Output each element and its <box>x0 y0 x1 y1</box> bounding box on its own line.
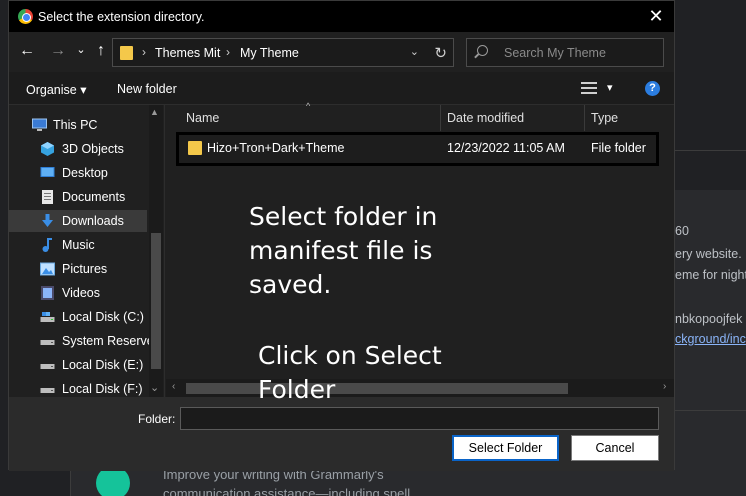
scroll-right-icon[interactable]: › <box>663 381 666 392</box>
bg-text: nbkopoojfek <box>675 312 743 326</box>
column-divider[interactable] <box>440 105 441 131</box>
file-name: Hizo+Tron+Dark+Theme <box>207 141 345 155</box>
videos-icon <box>41 286 54 300</box>
desktop-icon <box>40 167 55 177</box>
folder-input[interactable] <box>180 407 659 430</box>
annotation-text: Select folder in <box>249 202 438 231</box>
scroll-down-icon[interactable]: ⌄ <box>150 381 159 394</box>
column-header-date[interactable]: Date modified <box>447 111 524 125</box>
bg-text: 60 <box>675 224 689 238</box>
up-arrow-icon[interactable]: ↑ <box>91 41 111 61</box>
sidebar-item-label: Local Disk (F:) <box>62 382 143 396</box>
sidebar-scrollbar[interactable]: ▲ ⌄ <box>149 105 163 397</box>
annotation-text: Folder <box>258 375 336 404</box>
view-dropdown-icon[interactable]: ▾ <box>607 81 613 94</box>
music-icon <box>42 238 52 252</box>
breadcrumb-my-theme[interactable]: My Theme <box>240 46 299 60</box>
new-folder-button[interactable]: New folder <box>117 82 177 96</box>
search-icon <box>477 45 488 56</box>
sidebar-item-music[interactable]: Music <box>9 234 147 256</box>
column-divider[interactable] <box>584 105 585 131</box>
select-folder-button[interactable]: Select Folder <box>452 435 559 461</box>
navigation-pane: This PC 3D Objects Desktop Documents Dow… <box>9 105 165 397</box>
documents-icon <box>42 190 53 204</box>
navigation-bar: ← → ⌄ ↑ › Themes Mit › My Theme ⌄ ↻ Sear… <box>9 32 674 72</box>
download-icon <box>42 214 53 227</box>
forward-arrow-icon[interactable]: → <box>48 41 68 61</box>
sidebar-item-system-reserved[interactable]: System Reserved <box>9 330 161 352</box>
pc-icon <box>32 118 47 131</box>
sidebar-item-label: Pictures <box>62 262 108 276</box>
horizontal-scrollbar[interactable]: ‹ › <box>166 379 674 397</box>
sidebar-item-label: 3D Objects <box>62 142 124 156</box>
file-date: 12/23/2022 11:05 AM <box>447 141 565 155</box>
sidebar-item-3d-objects[interactable]: 3D Objects <box>9 138 147 160</box>
chevron-right-icon: › <box>226 45 230 59</box>
sidebar-item-label: Music <box>62 238 95 252</box>
annotation-text: saved. <box>249 270 332 299</box>
dialog-title: Select the extension directory. <box>38 10 205 24</box>
breadcrumb-themes-mit[interactable]: Themes Mit <box>155 46 220 60</box>
sidebar-item-label: Videos <box>62 286 100 300</box>
dialog-titlebar: Select the extension directory. ✕ <box>9 1 674 32</box>
chrome-icon <box>18 9 33 24</box>
sidebar-item-local-disk-e[interactable]: Local Disk (E:) <box>9 354 147 376</box>
sidebar-item-this-pc[interactable]: This PC <box>9 114 147 136</box>
bg-text: ery website. <box>675 247 742 261</box>
bg-link[interactable]: ckground/inc <box>675 332 746 346</box>
sidebar-item-label: Downloads <box>62 214 124 228</box>
folder-icon <box>120 46 133 60</box>
sidebar-item-label: This PC <box>53 118 98 132</box>
folder-icon <box>188 141 202 155</box>
organise-button[interactable]: Organise ▾ <box>26 82 86 97</box>
help-icon[interactable]: ? <box>645 81 660 96</box>
recent-locations-icon[interactable]: ⌄ <box>71 40 91 60</box>
sidebar-item-label: Documents <box>62 190 126 204</box>
sort-indicator-icon: ^ <box>306 101 311 111</box>
folder-label: Folder: <box>138 412 176 426</box>
address-bar[interactable]: › Themes Mit › My Theme ⌄ ↻ <box>112 38 454 67</box>
file-row[interactable]: Hizo+Tron+Dark+Theme 12/23/2022 11:05 AM… <box>176 132 659 166</box>
sidebar-item-label: System Reserved <box>62 334 161 348</box>
scroll-left-icon[interactable]: ‹ <box>172 381 175 392</box>
toolbar: Organise ▾ New folder ▾ ? <box>9 72 674 105</box>
sidebar-item-label: Desktop <box>62 166 108 180</box>
cancel-button[interactable]: Cancel <box>571 435 659 461</box>
annotation-text: manifest file is <box>249 236 433 265</box>
annotation-text: Click on Select <box>258 341 442 370</box>
search-box[interactable]: Search My Theme <box>466 38 664 67</box>
bg-description: communication assistance—including spell <box>163 486 411 496</box>
pictures-icon <box>40 262 55 276</box>
back-arrow-icon[interactable]: ← <box>17 41 37 61</box>
bg-text: eme for night <box>675 268 746 282</box>
search-placeholder: Search My Theme <box>504 46 606 60</box>
cube-icon <box>41 142 54 156</box>
drive-icon <box>40 364 55 369</box>
drive-icon <box>40 312 55 322</box>
sidebar-item-pictures[interactable]: Pictures <box>9 258 147 280</box>
scrollbar-thumb[interactable] <box>186 383 568 394</box>
refresh-icon[interactable]: ↻ <box>434 44 447 62</box>
view-options-icon[interactable] <box>581 82 597 94</box>
drive-icon <box>40 340 55 345</box>
chevron-right-icon: › <box>142 45 146 59</box>
sidebar-item-local-disk-f[interactable]: Local Disk (F:) <box>9 378 147 397</box>
sidebar-item-videos[interactable]: Videos <box>9 282 147 304</box>
sidebar-item-downloads[interactable]: Downloads <box>9 210 147 232</box>
scroll-up-icon[interactable]: ▲ <box>150 107 159 117</box>
scrollbar-thumb[interactable] <box>151 233 161 369</box>
column-header-type[interactable]: Type <box>591 111 618 125</box>
drive-icon <box>40 388 55 393</box>
sidebar-item-local-disk-c[interactable]: Local Disk (C:) <box>9 306 147 328</box>
column-header-name[interactable]: Name <box>186 111 219 125</box>
chevron-down-icon[interactable]: ⌄ <box>410 45 419 58</box>
sidebar-item-documents[interactable]: Documents <box>9 186 147 208</box>
sidebar-item-label: Local Disk (E:) <box>62 358 144 372</box>
dialog-footer: Folder: Select Folder Cancel <box>9 397 674 471</box>
sidebar-item-desktop[interactable]: Desktop <box>9 162 147 184</box>
sidebar-item-label: Local Disk (C:) <box>62 310 144 324</box>
close-icon[interactable]: ✕ <box>646 6 666 26</box>
file-type: File folder <box>591 141 646 155</box>
